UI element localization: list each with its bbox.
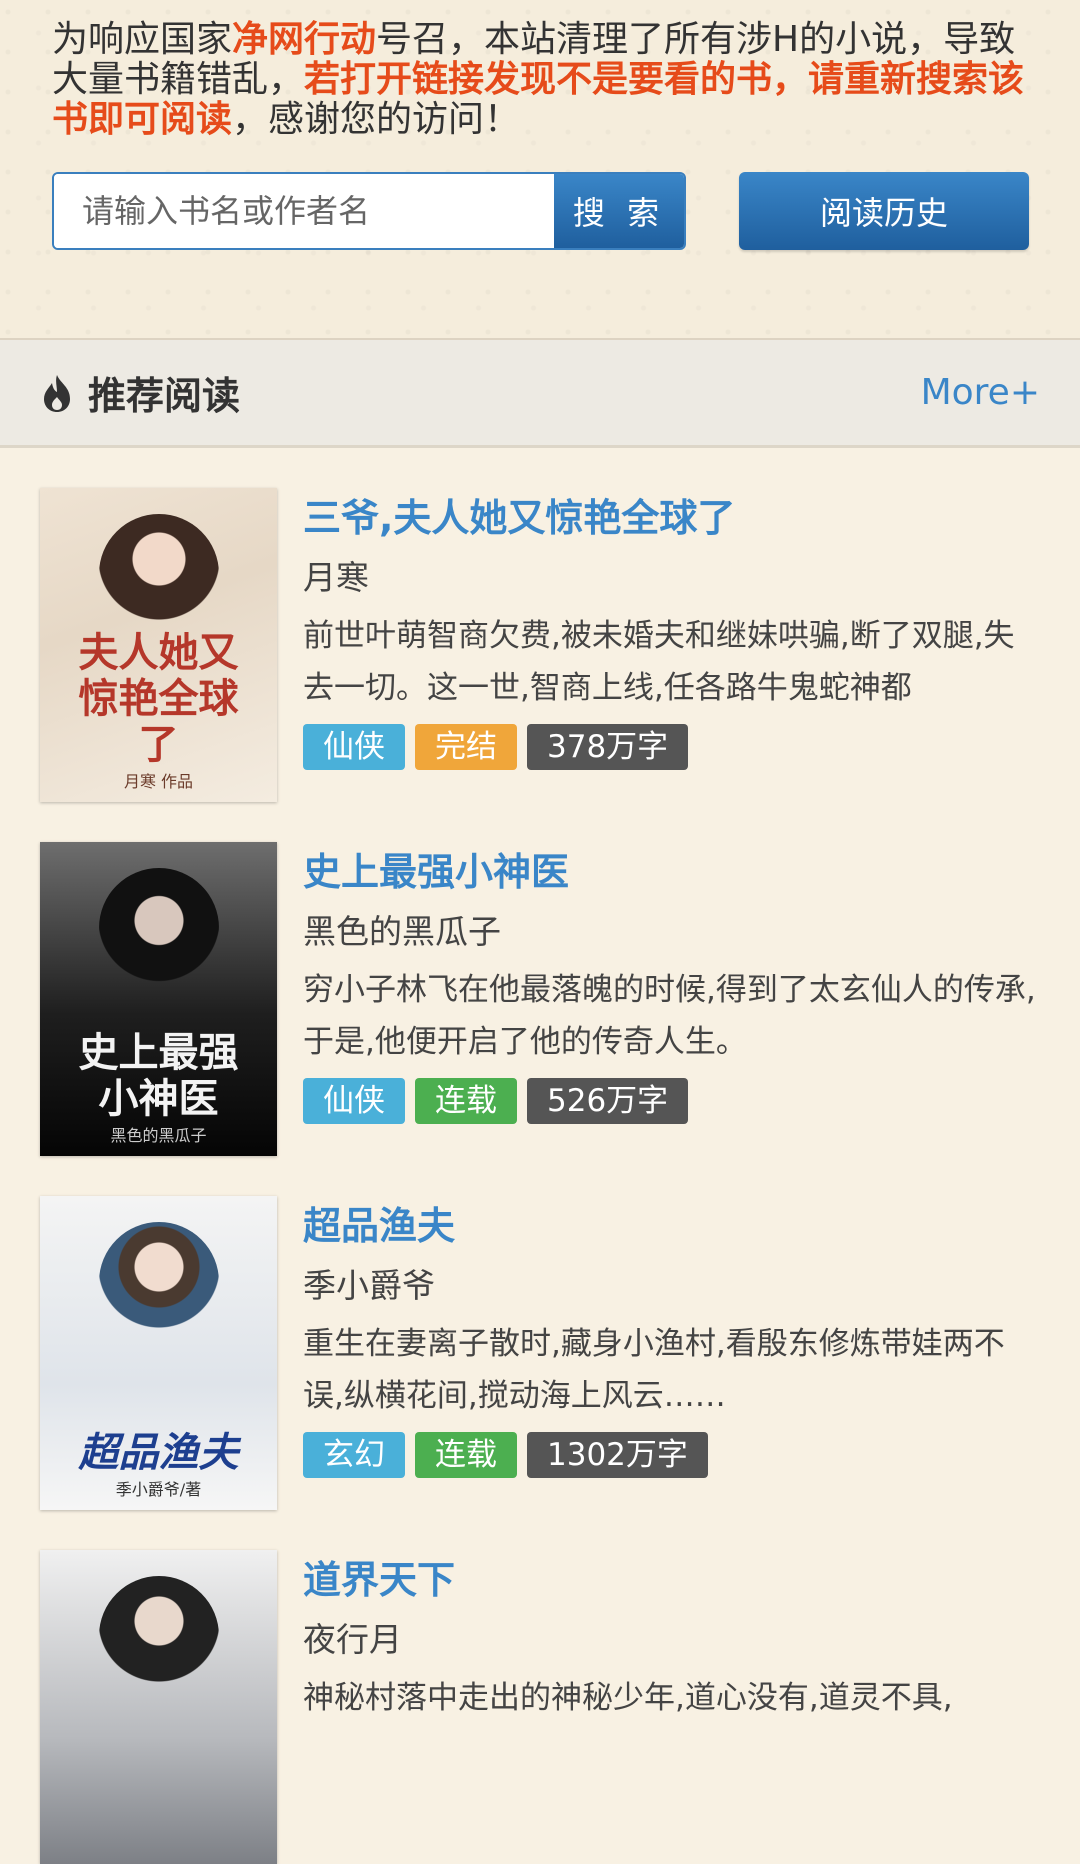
- cover-figure: [98, 1222, 219, 1372]
- book-cover[interactable]: 夫人她又惊艳全球了 月寒 作品: [40, 488, 277, 802]
- book-item[interactable]: 道界天下 夜行月 神秘村落中走出的神秘少年,道心没有,道灵不具,: [40, 1510, 1040, 1864]
- book-cover[interactable]: [40, 1550, 277, 1864]
- book-title[interactable]: 三爷,夫人她又惊艳全球了: [303, 496, 1040, 540]
- status-tag: 连载: [415, 1078, 517, 1124]
- cover-author: 黑色的黑瓜子: [110, 1126, 207, 1145]
- status-tag: 完结: [415, 724, 517, 770]
- cover-figure: [98, 868, 219, 1018]
- recommend-header: 推荐阅读 More+: [0, 340, 1080, 448]
- search-bar: 搜 索: [52, 172, 686, 250]
- book-title[interactable]: 史上最强小神医: [303, 850, 1040, 894]
- book-title[interactable]: 超品渔夫: [303, 1204, 1040, 1248]
- book-list: 夫人她又惊艳全球了 月寒 作品 三爷,夫人她又惊艳全球了 月寒 前世叶萌智商欠费…: [0, 448, 1080, 1864]
- book-title[interactable]: 道界天下: [303, 1558, 1040, 1602]
- word-count-tag: 378万字: [527, 724, 689, 770]
- word-count-tag: 526万字: [527, 1078, 689, 1124]
- cover-author: 季小爵爷/著: [115, 1480, 202, 1499]
- book-author: 夜行月: [303, 1620, 402, 1659]
- book-cover[interactable]: 史上最强小神医 黑色的黑瓜子: [40, 842, 277, 1156]
- notice-part-1: 为响应国家: [52, 19, 233, 60]
- book-author: 月寒: [303, 558, 369, 597]
- search-input[interactable]: [54, 174, 554, 248]
- cover-title: 超品渔夫: [78, 1429, 239, 1476]
- genre-tag: 仙侠: [303, 1078, 405, 1124]
- flame-icon: [44, 374, 70, 412]
- book-description: 神秘村落中走出的神秘少年,道心没有,道灵不具,: [303, 1680, 953, 1716]
- cover-title: 史上最强小神医: [78, 1029, 239, 1122]
- book-tags: 仙侠 完结 378万字: [303, 724, 1040, 770]
- book-author: 黑色的黑瓜子: [303, 912, 501, 951]
- book-tags: 仙侠 连载 526万字: [303, 1078, 1040, 1124]
- genre-tag: 仙侠: [303, 724, 405, 770]
- book-info: 史上最强小神医 黑色的黑瓜子 穷小子林飞在他最落魄的时候,得到了太玄仙人的传承,…: [303, 842, 1040, 1156]
- search-button[interactable]: 搜 索: [554, 174, 684, 248]
- book-description: 重生在妻离子散时,藏身小渔村,看殷东修炼带娃两不误,纵横花间,搅动海上风云……: [303, 1326, 1005, 1414]
- book-description: 前世叶萌智商欠费,被未婚夫和继妹哄骗,断了双腿,失去一切。这一世,智商上线,任各…: [303, 618, 1015, 706]
- book-item[interactable]: 夫人她又惊艳全球了 月寒 作品 三爷,夫人她又惊艳全球了 月寒 前世叶萌智商欠费…: [40, 448, 1040, 802]
- status-tag: 连载: [415, 1432, 517, 1478]
- book-info: 三爷,夫人她又惊艳全球了 月寒 前世叶萌智商欠费,被未婚夫和继妹哄骗,断了双腿,…: [303, 488, 1040, 802]
- cover-author: 月寒 作品: [123, 772, 194, 791]
- section-title-label: 推荐阅读: [88, 374, 241, 418]
- book-cover[interactable]: 超品渔夫 季小爵爷/著: [40, 1196, 277, 1510]
- genre-tag: 玄幻: [303, 1432, 405, 1478]
- more-link[interactable]: More+: [921, 372, 1040, 413]
- notice-text: 为响应国家净网行动号召，本站清理了所有涉H的小说，导致大量书籍错乱，若打开链接发…: [52, 20, 1032, 140]
- book-description: 穷小子林飞在他最落魄的时候,得到了太玄仙人的传承,于是,他便开启了他的传奇人生。: [303, 972, 1036, 1060]
- notice-part-5: ，感谢您的访问！: [232, 99, 521, 140]
- book-item[interactable]: 超品渔夫 季小爵爷/著 超品渔夫 季小爵爷 重生在妻离子散时,藏身小渔村,看殷东…: [40, 1156, 1040, 1510]
- notice-highlight-1: 净网行动: [232, 19, 377, 60]
- cover-figure: [98, 1576, 219, 1726]
- book-item[interactable]: 史上最强小神医 黑色的黑瓜子 史上最强小神医 黑色的黑瓜子 穷小子林飞在他最落魄…: [40, 802, 1040, 1156]
- book-info: 道界天下 夜行月 神秘村落中走出的神秘少年,道心没有,道灵不具,: [303, 1550, 1040, 1864]
- book-info: 超品渔夫 季小爵爷 重生在妻离子散时,藏身小渔村,看殷东修炼带娃两不误,纵横花间…: [303, 1196, 1040, 1510]
- book-author: 季小爵爷: [303, 1266, 435, 1305]
- section-title: 推荐阅读: [40, 365, 240, 420]
- book-tags: 玄幻 连载 1302万字: [303, 1432, 1040, 1478]
- cover-title: 夫人她又惊艳全球了: [78, 629, 239, 768]
- reading-history-button[interactable]: 阅读历史: [739, 172, 1029, 250]
- word-count-tag: 1302万字: [527, 1432, 708, 1478]
- top-banner: 为响应国家净网行动号召，本站清理了所有涉H的小说，导致大量书籍错乱，若打开链接发…: [0, 0, 1080, 340]
